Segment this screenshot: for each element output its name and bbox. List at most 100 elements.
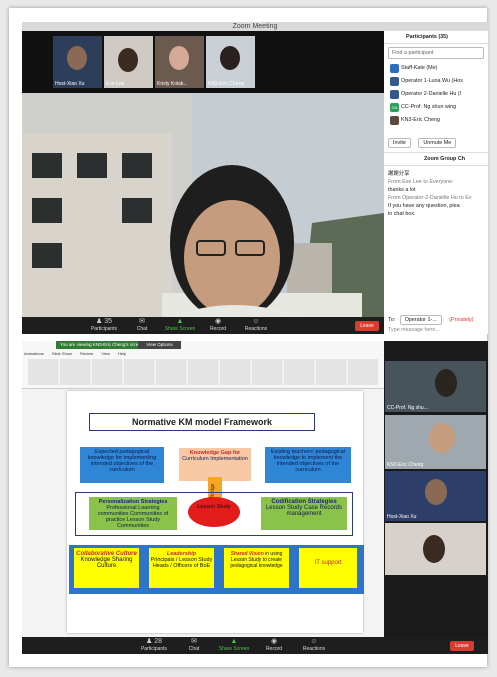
reactions-label: Reactions [302, 646, 326, 652]
lead-text: Principals / Lesson Study Heads / Office… [150, 557, 213, 569]
participant-name: KN3-Eric Cheng [208, 81, 245, 87]
participant-face [423, 535, 445, 563]
participant-row[interactable]: Operator 1-Luna Wu (Hos [384, 75, 488, 88]
ppt-ribbon: You are viewing KN3-Eric Cheng's screen … [22, 341, 384, 389]
record-button[interactable]: ◉ Record [198, 318, 238, 332]
participant-name: Staff-Kate (Me) [401, 65, 438, 71]
share-screen-button[interactable]: ▲ Share Screen [160, 318, 200, 332]
participant-name: CC-Prof. Ng shu... [387, 405, 428, 411]
private-label: (Privately) [449, 317, 474, 323]
record-label: Record [265, 646, 283, 652]
share-screen-button[interactable]: ▲ Share Screen [214, 638, 254, 652]
screen-share-window: You are viewing KN3-Eric Cheng's screen … [22, 341, 488, 654]
chat-message: If you have any question, plea [388, 203, 460, 209]
slide-title: Normative KM model Framework [89, 413, 315, 431]
participant-row[interactable]: Operator 2-Danielle Hu (I [384, 88, 488, 101]
participant-name: Eve Lee [106, 81, 125, 87]
reactions-button[interactable]: ☺ Reactions [294, 638, 334, 652]
lesson-study-ellipse: Lesson Study [188, 497, 240, 527]
gallery-tile[interactable]: Kristy Kotsk... [155, 36, 204, 88]
participant-face [169, 46, 189, 70]
participants-button[interactable]: ♟ 35 Participants [84, 318, 124, 332]
chat-message: 謝謝分享 [388, 171, 410, 177]
menu-item[interactable]: Slide Show [52, 351, 72, 356]
collaborative-culture-box: Collaborative Culture Knowledge Sharing … [74, 548, 139, 588]
record-button[interactable]: ◉ Record [254, 638, 294, 652]
chat-sender: From Operator-2-Danielle Hu to Ev [388, 195, 472, 201]
reactions-icon: ☺ [310, 638, 318, 645]
search-input[interactable]: Find a participant [388, 47, 484, 59]
menu-item[interactable]: View [101, 351, 110, 356]
menu-item[interactable]: Animations [24, 351, 44, 356]
avatar [390, 90, 399, 99]
menu-item[interactable]: Review [80, 351, 93, 356]
unmute-button[interactable]: Unmute Me [418, 138, 457, 148]
participants-button[interactable]: ♟ 28 Participants [134, 638, 174, 652]
record-label: Record [209, 326, 227, 332]
chat-message: thanks a lot [388, 187, 416, 193]
meeting-toolbar: ♟ 28 Participants ✉ Chat ▲ Share Screen ◉ Re… [22, 637, 488, 654]
menu-item[interactable]: Help [118, 351, 126, 356]
view-options-button[interactable]: View Options [138, 341, 181, 349]
expected-knowledge-box: Expected pedagogical knowledge for imple… [80, 447, 164, 483]
gap-text: Curriculum Implementation [182, 456, 248, 462]
participant-name: KN3-Eric Cheng [401, 117, 440, 123]
share-icon: ▲ [230, 638, 238, 645]
recipient-select[interactable]: Operator 1-... [399, 315, 442, 325]
ribbon-tools[interactable] [28, 359, 378, 385]
participant-face [220, 46, 240, 70]
culture-row: Collaborative Culture Knowledge Sharing … [69, 545, 364, 594]
video-tile[interactable]: Host-Xiao Xu [385, 471, 486, 521]
gallery-tile[interactable]: Host-Xiao Xu [53, 36, 102, 88]
gallery-tile[interactable]: Eve Lee [104, 36, 153, 88]
video-tile[interactable]: KN3-Eric Cheng [385, 415, 486, 469]
panel-title: Participants (35) [384, 31, 488, 44]
codification-text: Lesson Study Case Records management [265, 505, 343, 517]
participant-name: Operator 2-Danielle Hu (I [401, 91, 462, 97]
participant-name: Host-Xiao Xu [55, 81, 85, 87]
chat-button[interactable]: ✉ Chat [174, 638, 214, 652]
participant-name: CC-Prof. Ng shun wing [401, 104, 457, 110]
participant-row[interactable]: KN3-Eric Cheng [384, 114, 488, 127]
gallery-tile[interactable]: KN3-Eric Cheng [206, 36, 255, 88]
reactions-icon: ☺ [252, 318, 260, 325]
participant-face [425, 479, 447, 505]
participant-row[interactable]: Staff-Kate (Me) [384, 62, 488, 75]
ppt-menu: Animations Slide Show Review View Help [24, 351, 133, 356]
chat-icon: ✉ [191, 638, 197, 645]
personalization-text: Professional Learning communities Commun… [97, 505, 169, 529]
leave-button[interactable]: Leave [450, 641, 474, 651]
chat-sender: From Eve Lee to Everyone: [388, 179, 454, 185]
participant-face [435, 369, 457, 397]
video-tile[interactable]: CC-Prof. Ng shu... [385, 361, 486, 412]
chat-label: Chat [188, 646, 200, 652]
participant-row[interactable]: CN CC-Prof. Ng shun wing [384, 101, 488, 114]
chat-message: in chat box. [388, 211, 416, 217]
zoom-meeting-window: Zoom Meeting Host-Xiao Xu Eve Lee Kristy… [22, 22, 488, 334]
participants-count: 28 [154, 638, 163, 645]
invite-button[interactable]: Invite [388, 138, 411, 148]
participants-icon: ♟ 35 [95, 318, 113, 325]
participant-name: Operator 1-Luna Wu (Hos [401, 78, 463, 84]
shared-vision-box: Shared Vision in using Lesson Study to c… [224, 548, 289, 588]
participant-face [67, 46, 87, 70]
message-input[interactable]: Type message here... [388, 327, 440, 333]
slide: Normative KM model Framework Expected pe… [67, 391, 364, 633]
shared-powerpoint: You are viewing KN3-Eric Cheng's screen … [22, 341, 384, 654]
participants-panel: Participants (35) Find a participant Sta… [384, 31, 488, 334]
participants-label: Participants [90, 326, 118, 332]
reactions-button[interactable]: ☺ Reactions [236, 318, 276, 332]
leave-button[interactable]: Leave [355, 321, 379, 331]
participant-face [429, 423, 455, 453]
video-tile[interactable] [385, 523, 486, 575]
chat-icon: ✉ [139, 318, 145, 325]
participant-name: KN3-Eric Cheng [387, 462, 424, 468]
share-label: Share Screen [218, 646, 250, 652]
panel-buttons: Invite Unmute Me [384, 135, 488, 153]
chat-button[interactable]: ✉ Chat [122, 318, 162, 332]
reactions-label: Reactions [244, 326, 268, 332]
to-label: To: [388, 317, 396, 323]
viewing-banner: You are viewing KN3-Eric Cheng's screen [56, 341, 148, 349]
record-icon: ◉ [214, 318, 222, 325]
